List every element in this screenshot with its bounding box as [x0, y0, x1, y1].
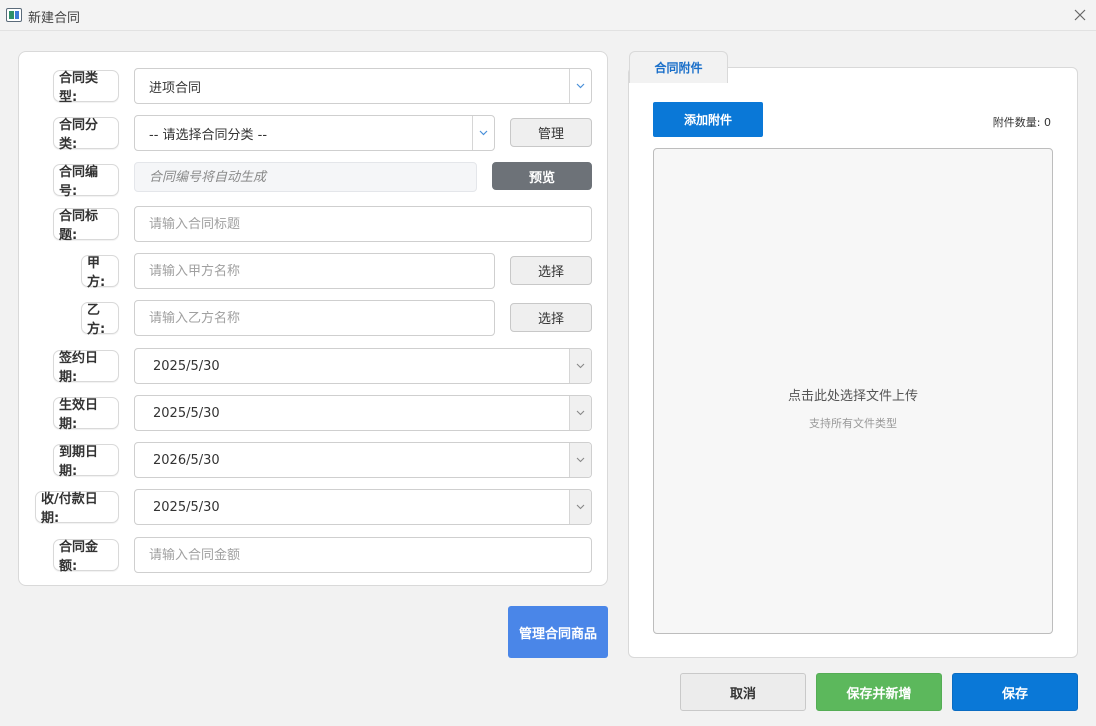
select-party-a-button[interactable]: 选择 [510, 256, 592, 285]
effective-date-value: 2025/5/30 [153, 405, 220, 421]
amount-field[interactable] [134, 537, 592, 573]
chevron-down-icon [576, 363, 585, 369]
chevron-down-icon [576, 410, 585, 416]
contract-type-select[interactable]: 进项合同 [134, 68, 592, 104]
sign-date-picker[interactable]: 2025/5/30 [134, 348, 592, 384]
contract-type-dropdown-button[interactable] [569, 69, 591, 103]
effective-date-label: 生效日期: [53, 397, 119, 432]
contract-form-panel: 合同类型: 进项合同 合同分类: -- 请选择合同分类 -- 管理 合同编号: … [18, 51, 608, 586]
payment-date-value: 2025/5/30 [153, 499, 220, 515]
contract-title-label: 合同标题: [53, 208, 119, 243]
row-expiry-date: 到期日期: 2026/5/30 [19, 442, 609, 479]
row-amount: 合同金额: [19, 537, 609, 574]
contract-type-value: 进项合同 [149, 80, 202, 96]
window-title: 新建合同 [28, 11, 81, 26]
chevron-down-icon [576, 457, 585, 463]
preview-button[interactable]: 预览 [492, 162, 592, 190]
app-icon [6, 8, 22, 22]
payment-date-picker[interactable]: 2025/5/30 [134, 489, 592, 525]
title-bar: 新建合同 [0, 0, 1096, 31]
attachments-panel: 添加附件 附件数量: 0 点击此处选择文件上传 支持所有文件类型 [628, 67, 1078, 658]
expiry-date-label: 到期日期: [53, 444, 119, 479]
row-party-b: 乙方: 选择 [19, 300, 609, 337]
contract-category-label: 合同分类: [53, 117, 119, 152]
chevron-down-icon [576, 83, 585, 89]
contract-title-field[interactable] [134, 206, 592, 242]
row-payment-date: 收/付款日期: 2025/5/30 [19, 489, 609, 526]
payment-date-label: 收/付款日期: [35, 491, 119, 526]
save-and-new-button[interactable]: 保存并新增 [816, 673, 942, 711]
contract-number-input [149, 169, 476, 185]
party-b-field[interactable] [134, 300, 495, 336]
party-a-input[interactable] [149, 263, 494, 279]
row-contract-title: 合同标题: [19, 206, 609, 243]
row-party-a: 甲方: 选择 [19, 253, 609, 290]
tab-attachments[interactable]: 合同附件 [629, 51, 728, 83]
sign-date-label: 签约日期: [53, 350, 119, 385]
chevron-down-icon [576, 504, 585, 510]
manage-category-button[interactable]: 管理 [510, 118, 592, 147]
close-icon[interactable] [1070, 5, 1090, 25]
row-contract-type: 合同类型: 进项合同 [19, 68, 609, 105]
chevron-down-icon [479, 130, 488, 136]
contract-number-field [134, 162, 477, 192]
row-effective-date: 生效日期: 2025/5/30 [19, 395, 609, 432]
payment-date-dropdown-button[interactable] [569, 490, 591, 524]
effective-date-dropdown-button[interactable] [569, 396, 591, 430]
drop-zone-title: 点击此处选择文件上传 [787, 389, 918, 404]
sign-date-dropdown-button[interactable] [569, 349, 591, 383]
row-contract-number: 合同编号: 预览 [19, 162, 609, 199]
expiry-date-dropdown-button[interactable] [569, 443, 591, 477]
save-button[interactable]: 保存 [952, 673, 1078, 711]
party-b-label: 乙方: [81, 302, 119, 337]
cancel-button[interactable]: 取消 [680, 673, 806, 711]
expiry-date-value: 2026/5/30 [153, 452, 220, 468]
contract-category-dropdown-button[interactable] [472, 116, 494, 150]
drop-zone-hint: 支持所有文件类型 [809, 417, 897, 430]
contract-category-select[interactable]: -- 请选择合同分类 -- [134, 115, 495, 151]
attachment-count: 附件数量: 0 [992, 116, 1051, 129]
expiry-date-picker[interactable]: 2026/5/30 [134, 442, 592, 478]
manage-contract-goods-button[interactable]: 管理合同商品 [508, 606, 608, 658]
contract-title-input[interactable] [149, 216, 591, 232]
amount-label: 合同金额: [53, 539, 119, 574]
contract-number-label: 合同编号: [53, 164, 119, 199]
contract-type-label: 合同类型: [53, 70, 119, 105]
party-a-field[interactable] [134, 253, 495, 289]
select-party-b-button[interactable]: 选择 [510, 303, 592, 332]
row-sign-date: 签约日期: 2025/5/30 [19, 348, 609, 385]
contract-category-value: -- 请选择合同分类 -- [149, 127, 268, 143]
file-drop-zone[interactable]: 点击此处选择文件上传 支持所有文件类型 [653, 148, 1053, 634]
sign-date-value: 2025/5/30 [153, 358, 220, 374]
party-b-input[interactable] [149, 310, 494, 326]
row-contract-category: 合同分类: -- 请选择合同分类 -- 管理 [19, 115, 609, 152]
add-attachment-button[interactable]: 添加附件 [653, 102, 763, 137]
effective-date-picker[interactable]: 2025/5/30 [134, 395, 592, 431]
party-a-label: 甲方: [81, 255, 119, 290]
amount-input[interactable] [149, 547, 591, 563]
